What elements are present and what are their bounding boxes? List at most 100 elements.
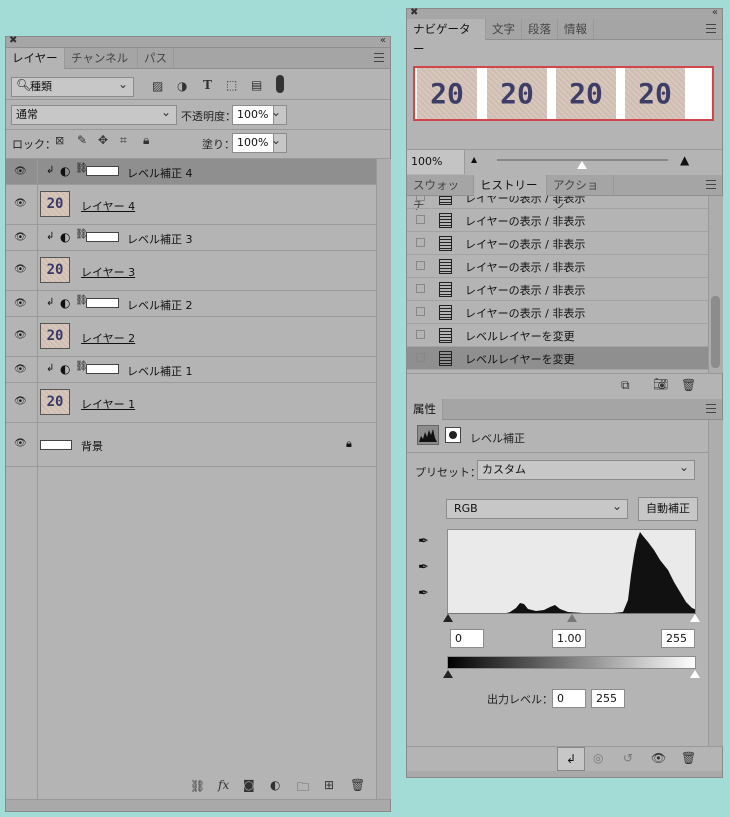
zoom-field[interactable]: 100% [407, 150, 465, 174]
history-scroll-thumb[interactable] [711, 296, 720, 368]
opacity-input[interactable]: 100% [232, 105, 274, 125]
black-eyedropper-icon[interactable]: ✒ [418, 534, 429, 549]
clip-to-layer-button[interactable]: ↲ [557, 747, 585, 771]
pixel-filter-icon[interactable]: ▨ [152, 79, 163, 93]
lock-position-icon[interactable]: ✥ [98, 133, 108, 147]
input-black-handle[interactable] [443, 614, 453, 622]
history-checkbox[interactable] [416, 196, 425, 201]
input-black-field[interactable]: 0 [450, 629, 484, 648]
history-item[interactable]: レイヤーの表示 / 非表示 [407, 209, 708, 232]
smartobject-filter-icon[interactable]: ▤ [251, 78, 262, 92]
lock-transparency-icon[interactable]: ⊠ [55, 134, 64, 147]
layer-row[interactable]: 👁︎ 20 レイヤー 1 [6, 383, 376, 423]
auto-button[interactable]: 自動補正 [638, 497, 698, 521]
visibility-eye-icon[interactable]: 👁︎ [14, 330, 27, 341]
layer-row[interactable]: 👁︎ 背景 🔒︎ [6, 423, 376, 467]
history-item[interactable]: レイヤーの表示 / 非表示 [407, 278, 708, 301]
history-scrollbar[interactable] [708, 196, 723, 373]
visibility-eye-icon[interactable]: 👁︎ [14, 264, 27, 275]
tab-navigator[interactable]: ナビゲーター [407, 19, 486, 56]
panel-menu-icon[interactable] [706, 180, 716, 189]
panel-menu-icon[interactable] [706, 24, 716, 33]
history-checkbox[interactable] [416, 330, 425, 339]
blend-mode-select[interactable]: 通常 [11, 103, 177, 125]
reset-icon[interactable]: ↺ [623, 751, 633, 765]
layer-row[interactable]: 👁︎ 20 レイヤー 2 [6, 317, 376, 357]
levels-histogram-icon[interactable] [417, 425, 439, 445]
lock-artboard-icon[interactable]: ⌗ [120, 133, 127, 148]
layer-row[interactable]: 👁︎ ↲ ◐ ⛓︎ レベル補正 1 [6, 357, 376, 383]
layer-row[interactable]: 👁︎ ↲ ◐ ⛓︎ レベル補正 2 [6, 291, 376, 317]
input-white-handle[interactable] [690, 614, 700, 622]
tab-paragraph[interactable]: 段落 [522, 19, 558, 39]
visibility-eye-icon[interactable]: 👁︎ [14, 198, 27, 209]
fill-input[interactable]: 100% [232, 133, 274, 153]
layer-row[interactable]: 👁︎ ↲ ◐ ⛓︎ レベル補正 3 [6, 225, 376, 251]
layer-row[interactable]: 👁︎ 20 レイヤー 3 [6, 251, 376, 291]
tab-character[interactable]: 文字 [486, 19, 522, 39]
output-white-handle[interactable] [690, 670, 700, 678]
history-checkbox[interactable] [416, 215, 425, 224]
visibility-eye-icon[interactable]: 👁︎ [14, 166, 27, 177]
tab-paths[interactable]: パス [138, 48, 174, 68]
layer-row[interactable]: 👁︎ ↲ ◐ ⛓︎ レベル補正 4 [6, 159, 376, 185]
tab-info[interactable]: 情報 [558, 19, 594, 39]
history-item[interactable]: レイヤーの表示 / 非表示 [407, 232, 708, 255]
history-checkbox[interactable] [416, 307, 425, 316]
tab-layers[interactable]: レイヤー [6, 48, 65, 69]
tab-actions[interactable]: アクション [547, 175, 614, 212]
zoom-slider-thumb[interactable] [577, 161, 587, 169]
new-document-from-state-icon[interactable]: ⧉ [621, 378, 630, 393]
close-icon[interactable]: ✖ [9, 35, 17, 46]
input-gamma-handle[interactable] [567, 614, 577, 622]
panel-menu-icon[interactable] [706, 404, 716, 413]
filter-toggle-icon[interactable] [276, 75, 284, 93]
properties-scrollbar[interactable] [708, 420, 723, 746]
trash-icon[interactable]: 🗑︎ [350, 778, 365, 792]
new-group-icon[interactable]: 🗀 [297, 778, 309, 799]
gray-eyedropper-icon[interactable]: ✒ [418, 560, 429, 575]
panel-titlebar[interactable]: ✖ « [6, 35, 390, 48]
trash-icon[interactable]: 🗑︎ [681, 751, 696, 765]
output-white-field[interactable]: 255 [591, 689, 625, 708]
output-black-field[interactable]: 0 [552, 689, 586, 708]
link-layers-icon[interactable]: ⛓︎ [190, 779, 205, 793]
collapse-icon[interactable]: « [712, 7, 718, 18]
input-gamma-field[interactable]: 1.00 [552, 629, 586, 648]
add-mask-icon[interactable]: ◙ [243, 778, 255, 792]
tab-properties[interactable]: 属性 [407, 399, 443, 420]
history-item[interactable]: レベルレイヤーを変更 [407, 324, 708, 347]
zoom-in-icon[interactable]: ▲ [680, 153, 689, 167]
lock-paint-icon[interactable]: ✎ [77, 133, 87, 147]
shape-filter-icon[interactable]: ⬚ [226, 78, 237, 92]
tab-channels[interactable]: チャンネル [65, 48, 138, 68]
collapse-icon[interactable]: « [380, 35, 386, 46]
visibility-eye-icon[interactable]: 👁︎ [14, 232, 27, 243]
fx-icon[interactable]: fx [218, 778, 229, 792]
visibility-eye-icon[interactable]: 👁︎ [14, 438, 27, 449]
close-icon[interactable]: ✖ [410, 7, 418, 18]
new-adjustment-icon[interactable]: ◐ [270, 778, 280, 792]
history-checkbox[interactable] [416, 261, 425, 270]
fill-dropdown[interactable] [271, 131, 287, 153]
lock-all-icon[interactable]: 🔒︎ [143, 133, 149, 148]
view-previous-icon[interactable]: ◎ [593, 751, 603, 765]
history-item[interactable]: レイヤーの表示 / 非表示 [407, 301, 708, 324]
layers-scrollbar[interactable] [376, 159, 391, 799]
history-item[interactable]: レベルレイヤーを変更 [407, 347, 708, 370]
navigator-preview[interactable]: 20 20 20 20 [413, 66, 714, 121]
camera-icon[interactable]: 📷︎ [653, 377, 668, 391]
visibility-eye-icon[interactable]: 👁︎ [651, 751, 666, 765]
history-checkbox[interactable] [416, 284, 425, 293]
history-item[interactable]: レイヤーの表示 / 非表示 [407, 255, 708, 278]
zoom-out-icon[interactable]: ▲ [471, 155, 477, 164]
output-black-handle[interactable] [443, 670, 453, 678]
mask-properties-icon[interactable] [445, 427, 461, 443]
visibility-eye-icon[interactable]: 👁︎ [14, 396, 27, 407]
tab-history[interactable]: ヒストリー [474, 175, 547, 196]
new-layer-icon[interactable]: ⊞ [324, 778, 334, 792]
white-eyedropper-icon[interactable]: ✒ [418, 586, 429, 601]
history-checkbox[interactable] [416, 238, 425, 247]
visibility-eye-icon[interactable]: 👁︎ [14, 364, 27, 375]
adjustment-filter-icon[interactable]: ◑ [177, 79, 187, 93]
